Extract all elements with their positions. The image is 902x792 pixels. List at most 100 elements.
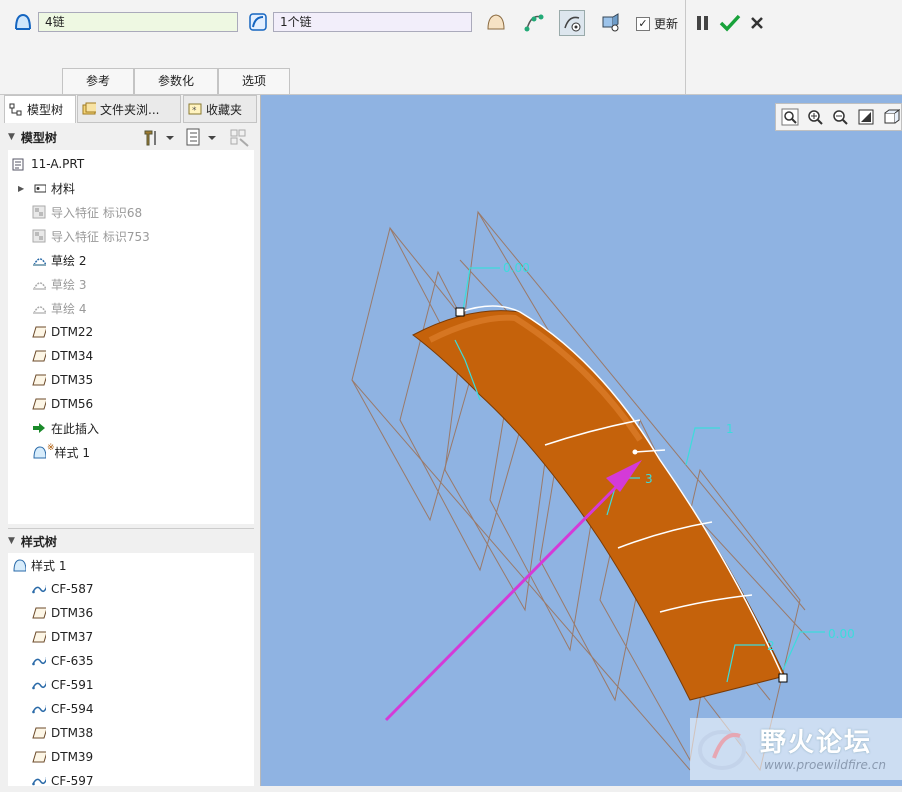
style-feature-icon [32, 445, 46, 459]
model-tree-item-label: DTM56 [51, 397, 93, 411]
svg-text:*: * [192, 106, 197, 116]
model-tree-item[interactable]: ※样式 1 [32, 441, 90, 463]
tab-label: 收藏夹 [206, 101, 242, 118]
style-tree-item-label: DTM38 [51, 726, 93, 740]
show-hidden-icon[interactable] [228, 127, 252, 147]
model-tree-item-label: 草绘 4 [51, 300, 86, 317]
second-chain-collector[interactable]: 1个链 [273, 12, 472, 32]
collapse-triangle-icon[interactable]: ▼ [8, 132, 15, 142]
repaint-icon[interactable] [856, 108, 876, 126]
expand-triangle-icon[interactable]: ▶ [18, 184, 24, 193]
zoom-fit-icon[interactable] [781, 108, 799, 126]
tab-references[interactable]: 参考 [62, 68, 134, 94]
style-tree-item[interactable]: DTM38 [32, 722, 93, 744]
style-tree-item[interactable]: CF-597 [32, 770, 94, 792]
style-tree-item[interactable]: 样式 1 [12, 554, 66, 576]
part-icon [12, 157, 26, 171]
model-tree-item[interactable]: 11-A.PRT [12, 153, 84, 175]
chain-selector-icon[interactable] [12, 11, 34, 33]
curve-icon [32, 582, 46, 596]
datum-plane-icon [32, 373, 46, 387]
model-tree-icon [9, 103, 23, 117]
confirm-checkmark-icon[interactable] [719, 13, 741, 33]
zoom-out-icon[interactable] [831, 108, 851, 126]
favorites-icon: * [188, 102, 202, 116]
model-tree-title: 模型树 [21, 129, 57, 146]
pause-icon[interactable] [696, 15, 710, 31]
model-tree-item-label: 在此插入 [51, 420, 99, 437]
style-tree-item[interactable]: CF-594 [32, 698, 94, 720]
annotation-value-bottom: 0.00 [828, 627, 855, 641]
model-tree-item[interactable]: DTM35 [32, 369, 93, 391]
second-chain-selector-icon[interactable] [247, 11, 269, 33]
style-tree-item-label: CF-635 [51, 654, 94, 668]
model-tree-item[interactable]: 草绘 2 [32, 249, 86, 271]
datum-plane-outline [352, 228, 470, 520]
direction-arrow-shaft [386, 478, 625, 720]
model-tree-item[interactable]: DTM22 [32, 321, 93, 343]
tab-parameterization[interactable]: 参数化 [134, 68, 218, 94]
tab-favorites[interactable]: * 收藏夹 [183, 95, 257, 123]
style-tree-item-label: DTM39 [51, 750, 93, 764]
modified-marker-icon: ※ [47, 443, 55, 453]
annotation-1: 1 [726, 422, 734, 436]
datum-plane-icon [32, 349, 46, 363]
tree-settings-icon[interactable] [142, 127, 178, 147]
watermark-url: www.proewildfire.cn [764, 758, 886, 772]
surface-shape-icon[interactable] [484, 10, 508, 34]
model-tree-item-label: 11-A.PRT [31, 157, 84, 171]
style-tree-item[interactable]: CF-587 [32, 578, 94, 600]
style-tree-item[interactable]: DTM39 [32, 746, 93, 768]
toolbar-divider [685, 0, 686, 94]
model-tree-item[interactable]: 导入特征 标识753 [32, 225, 150, 247]
update-checkbox[interactable]: ✓ [636, 17, 650, 31]
watermark-logo-icon [696, 722, 752, 776]
style-tree-header: ▼ 样式树 [8, 528, 254, 553]
datum-plane-icon [32, 606, 46, 620]
style-tree-item[interactable]: CF-591 [32, 674, 94, 696]
style-tree-item-label: DTM36 [51, 606, 93, 620]
style-feature-icon [12, 558, 26, 572]
style-tree-item[interactable]: DTM36 [32, 602, 93, 624]
annotation-value-top: 0.00 [503, 261, 530, 275]
tab-label: 文件夹浏... [100, 101, 159, 118]
tree-filters-icon[interactable] [184, 127, 220, 147]
tab-folder-browser[interactable]: 文件夹浏... [77, 95, 181, 123]
display-mode-icon[interactable] [598, 10, 622, 34]
view-toolbar [775, 103, 902, 131]
zoom-in-icon[interactable] [805, 108, 825, 126]
preview-surface-icon[interactable] [559, 10, 585, 36]
model-tree-item[interactable]: 导入特征 标识68 [32, 201, 142, 223]
folder-icon [82, 102, 96, 116]
datum-plane-icon [32, 630, 46, 644]
datum-plane-icon [32, 325, 46, 339]
model-tree-item[interactable]: ▶材料 [32, 177, 75, 199]
tab-options[interactable]: 选项 [218, 68, 290, 94]
style-tree-item[interactable]: DTM37 [32, 626, 93, 648]
curve-icon [32, 678, 46, 692]
curve-points-icon[interactable] [522, 10, 546, 34]
datum-plane-icon [32, 750, 46, 764]
model-tree-item[interactable]: 草绘 3 [32, 273, 86, 295]
graphics-viewport[interactable]: 1 2 3 0.00 0.00 [261, 95, 902, 786]
model-tree-item[interactable]: 草绘 4 [32, 297, 86, 319]
update-label: 更新 [654, 15, 678, 32]
model-tree-item-label: 草绘 3 [51, 276, 86, 293]
forum-watermark: 野火论坛 www.proewildfire.cn [690, 718, 902, 780]
drag-handle-bottom [779, 674, 787, 682]
first-chain-collector[interactable]: 4链 [38, 12, 238, 32]
style-tree-item[interactable]: CF-635 [32, 650, 94, 672]
model-tree-item[interactable]: 在此插入 [32, 417, 99, 439]
model-tree-item-label: DTM34 [51, 349, 93, 363]
style-tree-title: 样式树 [21, 533, 57, 550]
cancel-close-icon[interactable] [750, 16, 764, 30]
model-graphics[interactable]: 1 2 3 0.00 0.00 [261, 95, 902, 786]
model-tree-item[interactable]: DTM34 [32, 345, 93, 367]
drag-handle-top [456, 308, 464, 316]
saved-views-icon[interactable] [882, 108, 902, 126]
tab-model-tree[interactable]: 模型树 [4, 95, 76, 123]
model-tree-item[interactable]: DTM56 [32, 393, 93, 415]
style-tree-item-label: 样式 1 [31, 557, 66, 574]
sketch-icon [32, 301, 46, 315]
collapse-triangle-icon[interactable]: ▼ [8, 536, 15, 546]
